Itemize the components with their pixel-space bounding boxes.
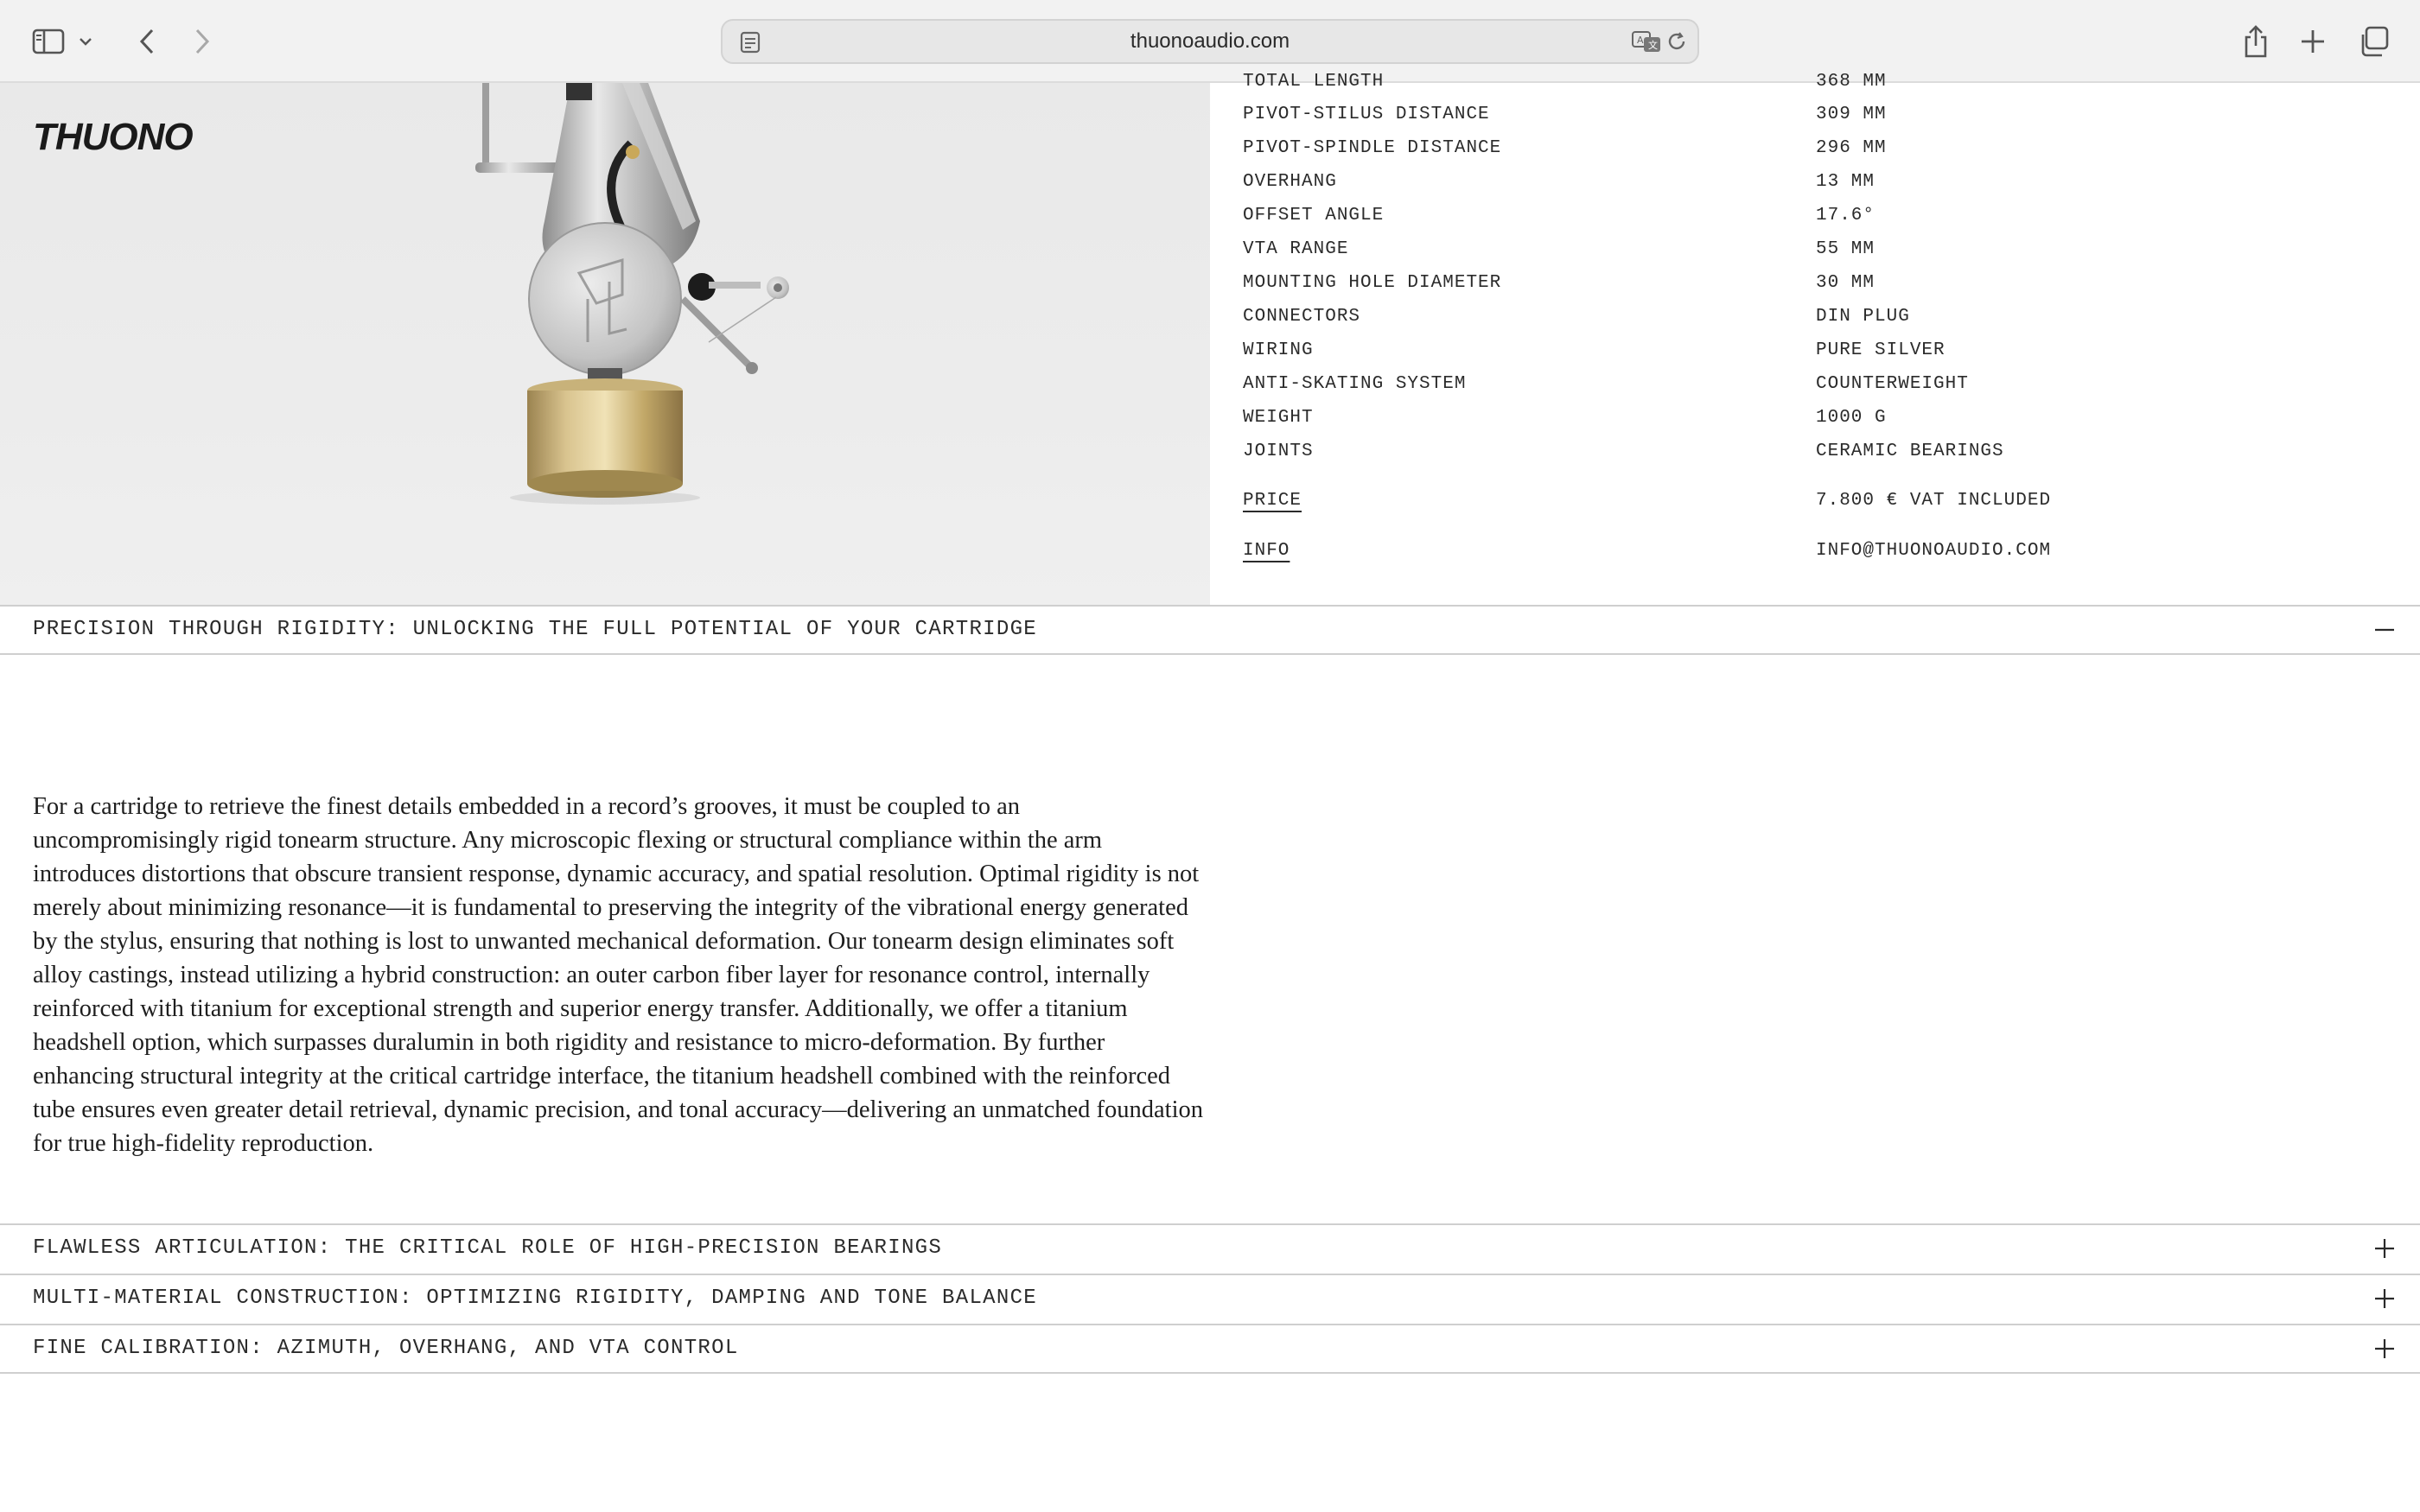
spec-label: JOINTS: [1243, 442, 1314, 461]
spec-row: MOUNTING HOLE DIAMETER 30 MM: [1243, 270, 2401, 296]
accordion-item-rigidity[interactable]: PRECISION THROUGH RIGIDITY: UNLOCKING TH…: [0, 605, 2420, 655]
spec-value: 17.6°: [1816, 206, 1876, 226]
spec-row: VTA RANGE 55 MM: [1243, 237, 2401, 263]
accordion-title[interactable]: PRECISION THROUGH RIGIDITY: UNLOCKING TH…: [33, 607, 1037, 653]
spec-label: WIRING: [1243, 340, 1314, 360]
spec-row: ANTI-SKATING SYSTEM COUNTERWEIGHT: [1243, 372, 2401, 397]
spec-label: OFFSET ANGLE: [1243, 206, 1385, 226]
spec-label: PIVOT-SPINDLE DISTANCE: [1243, 138, 1502, 158]
spec-value: 13 MM: [1816, 172, 1876, 192]
info-link[interactable]: INFO: [1243, 538, 1290, 564]
spec-label: PIVOT-STILUS DISTANCE: [1243, 105, 1490, 124]
info-email[interactable]: INFO@THUONOAUDIO.COM: [1816, 538, 2051, 564]
spec-label: CONNECTORS: [1243, 307, 1361, 327]
chevron-down-icon[interactable]: [73, 19, 99, 64]
expand-icon[interactable]: [2373, 1287, 2396, 1310]
spec-label: MOUNTING HOLE DIAMETER: [1243, 273, 1502, 293]
tab-overview-icon[interactable]: [2351, 19, 2396, 64]
spec-row: PIVOT-SPINDLE DISTANCE 296 MM: [1243, 136, 2401, 162]
accordion-item-calibration[interactable]: FINE CALIBRATION: AZIMUTH, OVERHANG, AND…: [0, 1324, 2420, 1374]
svg-text:文: 文: [1648, 39, 1658, 51]
price-link[interactable]: PRICE: [1243, 488, 1302, 514]
accordion-title[interactable]: MULTI-MATERIAL CONSTRUCTION: OPTIMIZING …: [33, 1275, 1037, 1322]
spec-value: COUNTERWEIGHT: [1816, 374, 1969, 394]
accordion-item-materials[interactable]: MULTI-MATERIAL CONSTRUCTION: OPTIMIZING …: [0, 1274, 2420, 1324]
price-row: PRICE 7.800 € VAT INCLUDED: [1243, 488, 2401, 514]
spec-value: CERAMIC BEARINGS: [1816, 442, 2004, 461]
divider: [0, 1372, 2420, 1374]
divider: [0, 653, 2420, 655]
spec-label: TOTAL LENGTH: [1243, 72, 1385, 92]
sidebar-icon[interactable]: [26, 19, 71, 64]
accordion-title[interactable]: FINE CALIBRATION: AZIMUTH, OVERHANG, AND…: [33, 1325, 739, 1372]
share-icon[interactable]: [2233, 19, 2278, 64]
spec-value: 309 MM: [1816, 105, 1887, 124]
specifications-table: TOTAL LENGTH 368 MM PIVOT-STILUS DISTANC…: [1210, 72, 2420, 605]
product-section: THUONO TOTAL LENGTH 368 MM PIVOT-STILUS …: [0, 72, 2420, 605]
spec-label: ANTI-SKATING SYSTEM: [1243, 374, 1467, 394]
spec-label: OVERHANG: [1243, 172, 1337, 192]
address-bar[interactable]: thuonoaudio.com A文: [721, 19, 1699, 64]
spec-row: CONNECTORS DIN PLUG: [1243, 304, 2401, 330]
brand-logo[interactable]: THUONO: [33, 116, 194, 159]
translate-icon[interactable]: A文: [1632, 29, 1661, 54]
spec-row: OVERHANG 13 MM: [1243, 169, 2401, 195]
back-icon[interactable]: [124, 19, 169, 64]
spec-value: 55 MM: [1816, 239, 1876, 259]
expand-icon[interactable]: [2373, 1337, 2396, 1360]
spec-value: 368 MM: [1816, 72, 1887, 92]
accordion-item-bearings[interactable]: FLAWLESS ARTICULATION: THE CRITICAL ROLE…: [0, 1223, 2420, 1274]
forward-icon[interactable]: [180, 19, 225, 64]
url-text[interactable]: thuonoaudio.com: [723, 21, 1697, 62]
spec-label: WEIGHT: [1243, 408, 1314, 428]
spec-row: OFFSET ANGLE 17.6°: [1243, 203, 2401, 229]
spec-row: JOINTS CERAMIC BEARINGS: [1243, 439, 2401, 465]
accordion-title[interactable]: FLAWLESS ARTICULATION: THE CRITICAL ROLE…: [33, 1225, 942, 1272]
spec-value: 30 MM: [1816, 273, 1876, 293]
collapse-icon[interactable]: [2373, 619, 2396, 641]
spec-value: 296 MM: [1816, 138, 1887, 158]
price-value: 7.800 € VAT INCLUDED: [1816, 491, 2052, 511]
svg-text:A: A: [1637, 35, 1644, 46]
spec-row: PIVOT-STILUS DISTANCE 309 MM: [1243, 102, 2401, 128]
spec-value: DIN PLUG: [1816, 307, 1910, 327]
product-hero: THUONO: [0, 83, 1210, 605]
spec-row: WIRING PURE SILVER: [1243, 338, 2401, 364]
reload-icon[interactable]: [1665, 29, 1689, 54]
expand-icon[interactable]: [2373, 1237, 2396, 1260]
info-row: INFO INFO@THUONOAUDIO.COM: [1243, 538, 2401, 564]
rigidity-description: For a cartridge to retrieve the finest d…: [33, 793, 1203, 1157]
spec-value: 1000 G: [1816, 408, 1887, 428]
tonearm-product-image: [475, 83, 789, 505]
spec-label: VTA RANGE: [1243, 239, 1349, 259]
spec-row: TOTAL LENGTH 368 MM: [1243, 69, 2401, 95]
new-tab-icon[interactable]: [2290, 19, 2335, 64]
spec-value: PURE SILVER: [1816, 340, 1946, 360]
spec-row: WEIGHT 1000 G: [1243, 405, 2401, 431]
